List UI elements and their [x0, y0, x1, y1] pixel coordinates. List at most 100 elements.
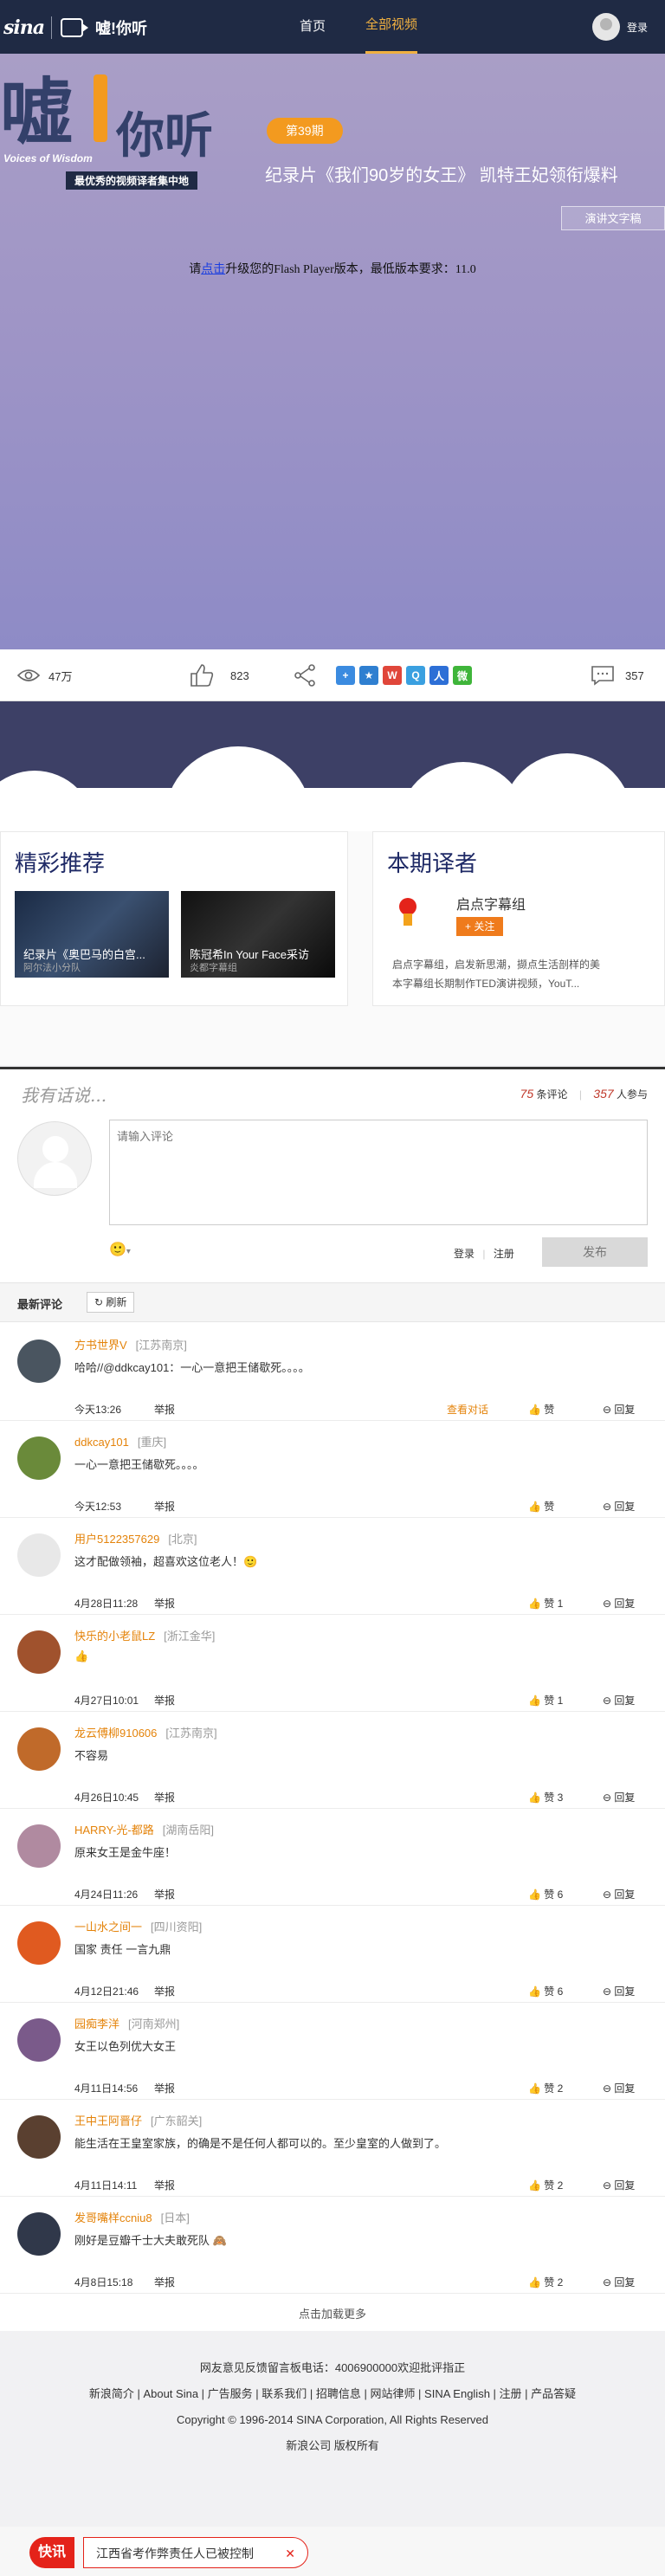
reply-button[interactable]: ⊖ 回复	[603, 1596, 635, 1611]
comment-text: 哈哈//@ddkcay101：一心一意把王储歇死。。。。	[74, 1361, 310, 1374]
video-title: 纪录片《我们90岁的女王》 凯特王妃领衔爆料	[265, 166, 618, 185]
report-link[interactable]: 举报	[154, 2081, 175, 2095]
load-more-button[interactable]: 点击加载更多	[0, 2299, 665, 2330]
commenter: ddkcay101 [重庆]	[74, 1433, 166, 1449]
footer-copyright: Copyright © 1996-2014 SINA Corporation, …	[176, 2413, 489, 2426]
brand-english: Voices of Wisdom	[3, 152, 93, 165]
reply-button[interactable]: ⊖ 回复	[603, 2081, 635, 2095]
commenter-name[interactable]: 方书世界V	[74, 1339, 127, 1352]
flash-upgrade-link[interactable]: 点击	[201, 263, 225, 276]
like-comment-label: 赞 1	[544, 1695, 564, 1707]
like-comment-button[interactable]: 👍 赞 6	[528, 1984, 563, 1998]
like-comment-button[interactable]: 👍 赞	[528, 1402, 554, 1417]
login-link[interactable]: 登录	[454, 1248, 475, 1260]
refresh-button[interactable]: ↻ 刷新	[87, 1292, 135, 1313]
reply-button[interactable]: ⊖ 回复	[603, 1402, 635, 1417]
report-link[interactable]: 举报	[154, 1402, 175, 1417]
commenter-name[interactable]: 一山水之间一	[74, 1921, 142, 1934]
share-renren-icon[interactable]: 人	[429, 666, 449, 685]
commenter-name[interactable]: 龙云傅柳910606	[74, 1727, 157, 1740]
publish-button[interactable]: 发布	[542, 1237, 648, 1267]
emoji-picker[interactable]: 🙂▾	[109, 1241, 131, 1258]
like-comment-label: 赞 2	[544, 2179, 564, 2192]
minus-circle-icon: ⊖	[603, 1985, 615, 1998]
commenter-name[interactable]: 王中王阿晋仔	[74, 2114, 142, 2127]
like-comment-button[interactable]: 👍 赞 2	[528, 2178, 563, 2192]
reply-button[interactable]: ⊖ 回复	[603, 1887, 635, 1901]
site-logo[interactable]: sina 嘘!你听	[0, 10, 147, 45]
comment-text: 一心一意把王储歇死。。。。	[74, 1458, 204, 1471]
share-wechat-icon[interactable]: 微	[453, 666, 472, 685]
commenter-avatar[interactable]	[17, 2115, 61, 2159]
commenter-location: [河南郑州]	[128, 2018, 180, 2030]
close-icon[interactable]: ✕	[285, 2538, 295, 2569]
register-link[interactable]: 注册	[494, 1248, 514, 1260]
share-plus-icon[interactable]: +	[336, 666, 355, 685]
report-link[interactable]: 举报	[154, 1596, 175, 1611]
recommend-item-1[interactable]: 纪录片《奥巴马的白宫... 阿尔法小分队	[15, 891, 169, 978]
nav-all-videos[interactable]: 全部视频	[365, 0, 418, 54]
report-link[interactable]: 举报	[154, 1693, 175, 1708]
share-qzone-icon[interactable]: ★	[359, 666, 378, 685]
user-avatar-icon	[591, 13, 620, 41]
commenter-avatar[interactable]	[17, 1436, 61, 1480]
transcript-button[interactable]: 演讲文字稿	[561, 206, 665, 230]
report-link[interactable]: 举报	[154, 1499, 175, 1514]
commenter-name[interactable]: 发哥嘴样ccniu8	[74, 2211, 152, 2224]
footer-feedback: 网友意见反馈留言板电话：4006900000欢迎批评指正	[199, 2361, 466, 2374]
stats-divider: |	[578, 1088, 582, 1101]
login-link[interactable]: 登录	[627, 20, 648, 35]
like-button[interactable]: 823	[189, 649, 249, 701]
commenter-avatar[interactable]	[17, 1921, 61, 1965]
like-comment-button[interactable]: 👍 赞	[528, 1499, 554, 1514]
like-comment-button[interactable]: 👍 赞 1	[528, 1596, 563, 1611]
reply-button[interactable]: ⊖ 回复	[603, 1790, 635, 1804]
reply-button[interactable]: ⊖ 回复	[603, 1693, 635, 1708]
login-area[interactable]: 登录	[591, 13, 648, 41]
comment-input[interactable]	[109, 1120, 648, 1225]
nav-home[interactable]: 首页	[300, 0, 326, 54]
commenter-avatar[interactable]	[17, 1340, 61, 1383]
report-link[interactable]: 举报	[154, 1790, 175, 1804]
commenter-name[interactable]: ddkcay101	[74, 1436, 129, 1449]
like-comment-label: 赞 6	[544, 1985, 564, 1998]
like-comment-button[interactable]: 👍 赞 3	[528, 1790, 563, 1804]
report-link[interactable]: 举报	[154, 2178, 175, 2192]
comment-counter[interactable]: 357	[591, 649, 644, 701]
commenter-name[interactable]: 园痴李洋	[74, 2018, 119, 2030]
comment-row: 龙云傅柳910606 [江苏南京] 不容易 4月26日10:45 举报 👍 赞 3 ⊖ 回复	[0, 1712, 665, 1809]
commenter-location: [浙江金华]	[164, 1630, 216, 1643]
share-icon[interactable]	[293, 649, 317, 701]
commenter-avatar[interactable]	[17, 1727, 61, 1771]
like-comment-button[interactable]: 👍 赞 6	[528, 1887, 563, 1901]
reply-button[interactable]: ⊖ 回复	[603, 1499, 635, 1514]
commenter-avatar[interactable]	[17, 1533, 61, 1577]
exclamation-icon	[94, 74, 107, 142]
commenter-avatar[interactable]	[17, 1630, 61, 1674]
share-weibo-icon[interactable]: W	[383, 666, 402, 685]
commenter-name[interactable]: HARRY-光-都路	[74, 1824, 154, 1837]
commenter-avatar[interactable]	[17, 2018, 61, 2062]
share-tencent-icon[interactable]: Q	[406, 666, 425, 685]
commenter-name[interactable]: 快乐的小老鼠LZ	[74, 1630, 155, 1643]
like-comment-button[interactable]: 👍 赞 2	[528, 2081, 563, 2095]
commenter-avatar[interactable]	[17, 2212, 61, 2256]
footer-links[interactable]: 新浪简介 | About Sina | 广告服务 | 联系我们 | 招聘信息 |…	[0, 2381, 665, 2407]
report-link[interactable]: 举报	[154, 2275, 175, 2289]
commenter-name[interactable]: 用户5122357629	[74, 1533, 159, 1546]
report-link[interactable]: 举报	[154, 1984, 175, 1998]
report-link[interactable]: 举报	[154, 1887, 175, 1901]
like-comment-button[interactable]: 👍 赞 2	[528, 2275, 563, 2289]
speech-bubble-icon	[591, 666, 614, 686]
recommend-item-2[interactable]: 陈冠希In Your Face采访 炎都字幕组	[181, 891, 335, 978]
reply-button[interactable]: ⊖ 回复	[603, 2275, 635, 2289]
like-comment-button[interactable]: 👍 赞 1	[528, 1693, 563, 1708]
view-conversation-link[interactable]: 查看对话	[447, 1402, 488, 1417]
avatar-head	[42, 1136, 68, 1162]
news-text[interactable]: 江西省考作弊责任人已被控制 ✕	[83, 2537, 308, 2568]
reply-button[interactable]: ⊖ 回复	[603, 1984, 635, 1998]
follow-button[interactable]: + 关注	[456, 917, 504, 936]
smiley-icon: 🙂	[109, 1243, 126, 1257]
commenter-avatar[interactable]	[17, 1824, 61, 1868]
reply-button[interactable]: ⊖ 回复	[603, 2178, 635, 2192]
